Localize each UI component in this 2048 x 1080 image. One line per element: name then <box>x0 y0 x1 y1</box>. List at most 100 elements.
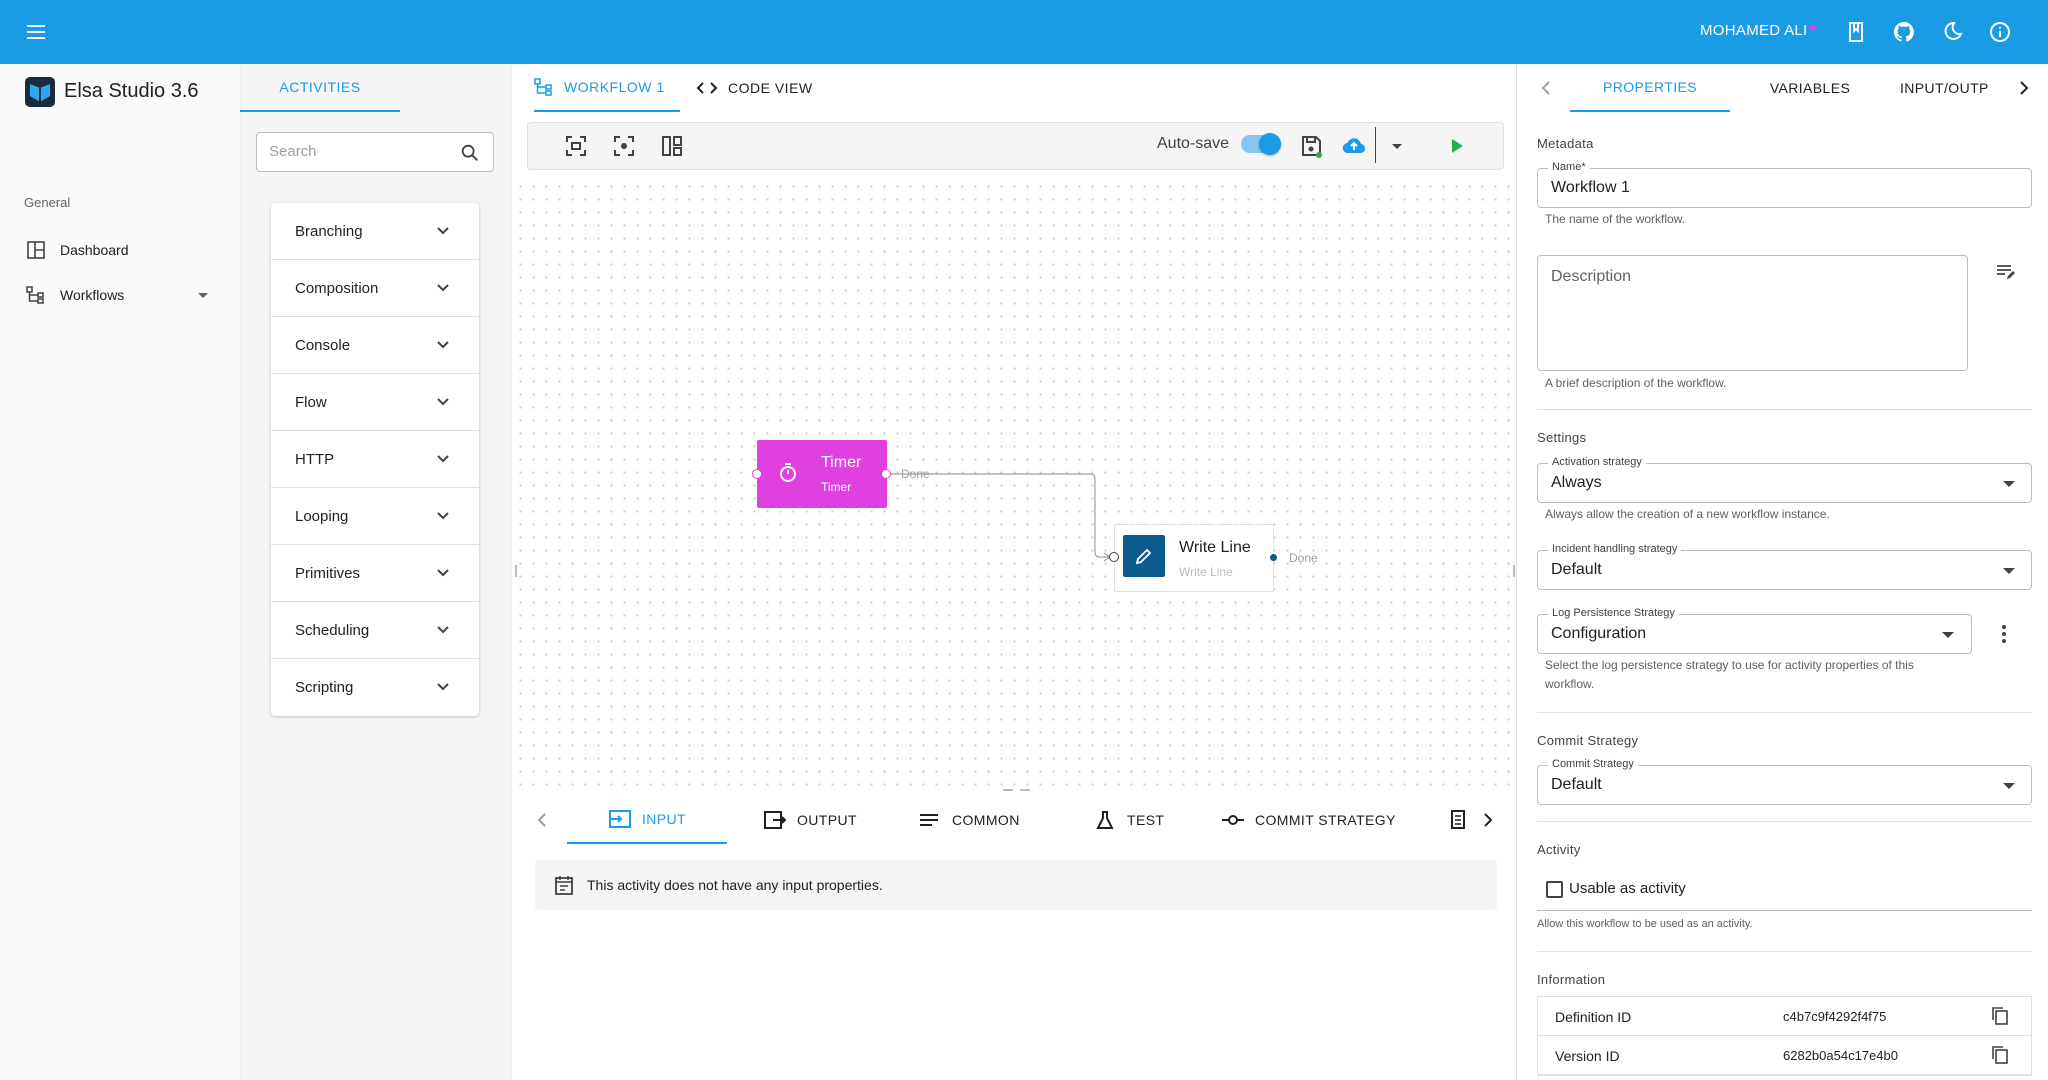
tab-input[interactable]: INPUT <box>567 796 727 844</box>
tab-test[interactable]: TEST <box>1093 796 1164 844</box>
edit-notes-icon[interactable] <box>1995 262 2017 282</box>
description-field[interactable]: Description <box>1537 255 1968 371</box>
category-flow[interactable]: Flow <box>271 374 479 431</box>
dropdown-caret-icon <box>1942 632 1954 638</box>
category-scheduling[interactable]: Scheduling <box>271 602 479 659</box>
nav-item-label: Dashboard <box>60 242 129 258</box>
category-label: Console <box>295 337 351 354</box>
nav-item-workflows[interactable]: Workflows <box>0 273 240 317</box>
flask-icon <box>1096 811 1114 829</box>
chevron-right-icon[interactable] <box>1480 810 1496 830</box>
chevron-down-icon <box>437 284 449 292</box>
category-composition[interactable]: Composition <box>271 260 479 317</box>
timer-done-port[interactable] <box>881 469 891 479</box>
autosave-toggle[interactable] <box>1241 133 1281 155</box>
elsa-logo-icon <box>25 77 55 107</box>
category-console[interactable]: Console <box>271 317 479 374</box>
auto-layout-icon[interactable] <box>660 134 684 158</box>
timer-node[interactable]: Timer Timer <box>757 440 887 508</box>
tab-input-output[interactable]: INPUT/OUTP <box>1900 64 2020 112</box>
more-vert-icon[interactable] <box>2000 624 2008 644</box>
commit-strategy-select[interactable]: Commit Strategy Default <box>1537 758 2032 805</box>
category-scripting[interactable]: Scripting <box>271 659 479 716</box>
copy-icon[interactable] <box>1990 1006 2010 1026</box>
section-information: Information <box>1537 972 1606 987</box>
field-value: Default <box>1551 776 1602 793</box>
log-help-line-2: workflow. <box>1545 677 1595 691</box>
chevron-right-icon[interactable] <box>2016 78 2032 98</box>
user-menu[interactable]: MOHAMED ALI <box>1700 22 1808 39</box>
tab-commit-strategy[interactable]: COMMIT STRATEGY <box>1221 796 1396 844</box>
tab-common[interactable]: COMMON <box>918 796 1020 844</box>
nav-item-dashboard[interactable]: Dashboard <box>0 228 240 272</box>
workflow-canvas[interactable] <box>514 180 1510 792</box>
workflow-tree-icon <box>26 286 44 304</box>
pencil-icon <box>1135 548 1152 565</box>
chevron-left-icon[interactable] <box>1538 78 1554 98</box>
log-help-line-1: Select the log persistence strategy to u… <box>1545 658 1914 672</box>
checkbox-label[interactable]: Usable as activity <box>1569 880 1686 897</box>
expand-caret-icon[interactable] <box>198 293 208 298</box>
category-http[interactable]: HTTP <box>271 431 479 488</box>
category-looping[interactable]: Looping <box>271 488 479 545</box>
info-icon[interactable] <box>1988 20 2012 44</box>
timer-input-port[interactable] <box>752 469 762 479</box>
toggle-knob <box>1259 133 1281 155</box>
commit-icon <box>1222 815 1244 825</box>
tab-properties[interactable]: PROPERTIES <box>1570 64 1730 112</box>
publish-dropdown-icon[interactable] <box>1385 134 1409 158</box>
info-value: 6282b0a54c17e4b0 <box>1783 1048 1898 1063</box>
log-persistence-select[interactable]: Log Persistence Strategy Configuration <box>1537 607 1972 654</box>
section-metadata: Metadata <box>1537 136 1594 151</box>
clipboard-icon[interactable] <box>1450 808 1466 830</box>
copy-icon[interactable] <box>1990 1045 2010 1065</box>
app-title: Elsa Studio 3.6 <box>64 80 199 102</box>
run-icon[interactable] <box>1444 134 1468 158</box>
category-branching[interactable]: Branching <box>271 203 479 260</box>
github-icon[interactable] <box>1892 20 1916 44</box>
chevron-down-icon <box>437 227 449 235</box>
toolbar-divider <box>1375 127 1376 163</box>
write-line-done-port[interactable] <box>1270 554 1277 561</box>
output-icon <box>764 811 787 829</box>
search-input[interactable] <box>269 143 449 160</box>
notice-text: This activity does not have any input pr… <box>587 877 883 893</box>
dark-mode-icon[interactable] <box>1940 20 1964 44</box>
field-label: Incident handling strategy <box>1548 543 1682 555</box>
center-icon[interactable] <box>612 134 636 158</box>
tab-variables[interactable]: VARIABLES <box>1730 64 1890 112</box>
chevron-down-icon <box>437 341 449 349</box>
write-line-node[interactable]: Write Line Write Line <box>1114 524 1274 592</box>
incident-strategy-select[interactable]: Incident handling strategy Default <box>1537 543 2032 590</box>
tab-activities[interactable]: ACTIVITIES <box>240 64 400 112</box>
user-caret-icon[interactable] <box>1808 26 1818 31</box>
zoom-to-fit-icon[interactable] <box>564 134 588 158</box>
write-line-input-port[interactable] <box>1109 552 1119 562</box>
activity-search[interactable] <box>256 132 494 172</box>
tab-label: INPUT <box>642 811 686 827</box>
tab-label: CODE VIEW <box>728 80 813 96</box>
usable-as-activity-checkbox[interactable] <box>1546 881 1563 898</box>
category-label: Primitives <box>295 565 361 582</box>
field-value: Workflow 1 <box>1551 179 1630 196</box>
documentation-icon[interactable] <box>1844 20 1868 44</box>
dropdown-caret-icon <box>2003 568 2015 574</box>
activation-strategy-select[interactable]: Activation strategy Always <box>1537 456 2032 503</box>
tab-code-view[interactable]: CODE VIEW <box>696 64 813 112</box>
name-field[interactable]: Name* Workflow 1 <box>1537 161 2032 208</box>
common-lines-icon <box>920 814 938 826</box>
category-primitives[interactable]: Primitives <box>271 545 479 602</box>
name-help: The name of the workflow. <box>1545 212 1686 226</box>
search-icon[interactable] <box>459 142 481 164</box>
save-icon[interactable] <box>1299 134 1323 158</box>
publish-cloud-icon[interactable] <box>1342 134 1366 158</box>
tab-output[interactable]: OUTPUT <box>763 796 857 844</box>
chevron-left-icon[interactable] <box>534 810 550 830</box>
tab-workflow-1[interactable]: WORKFLOW 1 <box>534 64 680 112</box>
tab-label: OUTPUT <box>797 812 857 828</box>
menu-icon[interactable] <box>24 20 48 44</box>
dashboard-icon <box>27 241 45 259</box>
section-commit-strategy: Commit Strategy <box>1537 733 1639 748</box>
tab-label: WORKFLOW 1 <box>564 79 665 95</box>
category-label: Looping <box>295 508 349 525</box>
